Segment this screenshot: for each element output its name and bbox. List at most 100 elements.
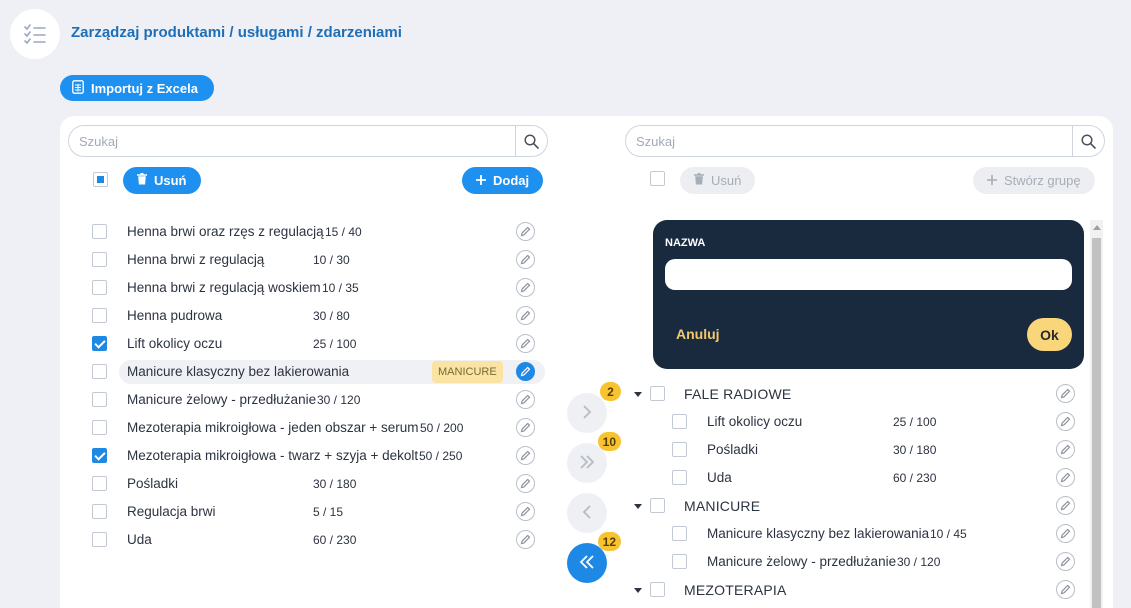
pencil-icon[interactable] xyxy=(1056,580,1075,599)
right-search xyxy=(625,125,1105,157)
item-checkbox[interactable] xyxy=(672,470,687,485)
pencil-icon[interactable] xyxy=(1056,440,1075,459)
pencil-icon[interactable] xyxy=(516,390,535,409)
group-item[interactable]: Manicure klasyczny bez lakierowania 10 / … xyxy=(672,522,1079,546)
caret-down-icon[interactable] xyxy=(634,588,642,593)
list-item[interactable]: Lift okolicy oczu 25 / 100 xyxy=(90,332,545,356)
caret-down-icon[interactable] xyxy=(634,392,642,397)
left-add-button[interactable]: Dodaj xyxy=(462,167,544,194)
ok-button[interactable]: Ok xyxy=(1027,318,1072,351)
list-item[interactable]: Mezoterapia mikroigłowa - twarz + szyja … xyxy=(90,444,545,468)
item-checkbox[interactable] xyxy=(92,532,107,547)
pencil-icon[interactable] xyxy=(516,306,535,325)
item-checkbox[interactable] xyxy=(672,554,687,569)
item-name: Manicure żelowy - przedłużanie xyxy=(127,392,317,407)
item-checkbox[interactable] xyxy=(92,364,107,379)
item-checkbox[interactable] xyxy=(92,448,107,463)
item-name: Mezoterapia mikroigłowa - jeden obszar +… xyxy=(127,420,419,435)
pencil-icon[interactable] xyxy=(516,446,535,465)
scroll-up-arrow[interactable] xyxy=(1093,225,1101,230)
item-checkbox[interactable] xyxy=(92,336,107,351)
pencil-icon[interactable] xyxy=(1056,412,1075,431)
group-row[interactable]: MEZOTERAPIA xyxy=(632,578,1079,602)
left-select-all-checkbox[interactable] xyxy=(93,172,108,187)
pencil-icon[interactable] xyxy=(516,502,535,521)
left-delete-button[interactable]: Usuń xyxy=(123,167,201,194)
scrollbar-thumb[interactable] xyxy=(1092,238,1101,608)
trash-icon xyxy=(694,173,704,188)
item-checkbox[interactable] xyxy=(92,504,107,519)
pencil-icon[interactable] xyxy=(516,418,535,437)
list-item[interactable]: Henna pudrowa 30 / 80 xyxy=(90,304,545,328)
item-checkbox[interactable] xyxy=(672,442,687,457)
list-item[interactable]: Uda 60 / 230 xyxy=(90,528,545,552)
pencil-icon[interactable] xyxy=(516,250,535,269)
list-item[interactable]: Regulacja brwi 5 / 15 xyxy=(90,500,545,524)
excel-icon xyxy=(72,79,84,97)
create-group-button[interactable]: Stwórz grupę xyxy=(973,167,1095,194)
pencil-icon[interactable] xyxy=(1056,496,1075,515)
move-all-left-button[interactable]: 12 xyxy=(567,532,621,583)
list-item[interactable]: Manicure klasyczny bez lakierowania MANIC… xyxy=(92,360,545,384)
group-row[interactable]: FALE RADIOWE xyxy=(632,382,1079,406)
group-item[interactable]: Manicure żelowy - przedłużanie 30 / 120 xyxy=(672,550,1079,574)
create-group-popover: NAZWA Anuluj Ok xyxy=(653,220,1084,369)
right-search-input[interactable] xyxy=(636,126,1066,156)
right-select-all-checkbox[interactable] xyxy=(650,171,665,186)
group-name: MANICURE xyxy=(684,498,761,514)
pencil-icon[interactable] xyxy=(1056,552,1075,571)
item-name: Pośladki xyxy=(707,442,759,457)
item-checkbox[interactable] xyxy=(92,420,107,435)
import-excel-button[interactable]: Importuj z Excela xyxy=(60,75,214,101)
item-count: 10 / 35 xyxy=(322,281,359,295)
item-checkbox[interactable] xyxy=(672,526,687,541)
search-icon[interactable] xyxy=(515,126,547,156)
pencil-icon[interactable] xyxy=(1056,384,1075,403)
group-checkbox[interactable] xyxy=(650,386,665,401)
move-left-button[interactable] xyxy=(567,493,607,533)
group-item[interactable]: Lift okolicy oczu 25 / 100 xyxy=(672,410,1079,434)
pencil-icon[interactable] xyxy=(516,278,535,297)
right-delete-button[interactable]: Usuń xyxy=(680,167,756,194)
cancel-button[interactable]: Anuluj xyxy=(676,326,720,342)
caret-down-icon[interactable] xyxy=(634,504,642,509)
item-name: Henna brwi oraz rzęs z regulacją xyxy=(127,224,324,239)
group-name-input[interactable] xyxy=(665,259,1072,290)
category-badge: MANICURE xyxy=(432,361,503,383)
item-count: 30 / 120 xyxy=(897,555,941,569)
double-chevron-right-icon xyxy=(579,454,595,472)
group-item[interactable]: Pośladki 30 / 180 xyxy=(672,438,1079,462)
item-checkbox[interactable] xyxy=(672,414,687,429)
group-row[interactable]: MANICURE xyxy=(632,494,1079,518)
pencil-icon[interactable] xyxy=(1056,524,1075,543)
list-item[interactable]: Henna brwi z regulacją woskiem 10 / 35 xyxy=(90,276,545,300)
group-checkbox[interactable] xyxy=(650,582,665,597)
right-scrollbar[interactable] xyxy=(1090,220,1103,608)
pencil-icon[interactable] xyxy=(1056,468,1075,487)
item-checkbox[interactable] xyxy=(92,392,107,407)
left-search-input[interactable] xyxy=(79,126,509,156)
list-item[interactable]: Henna brwi z regulacją 10 / 30 xyxy=(90,248,545,272)
group-item[interactable]: Uda 60 / 230 xyxy=(672,466,1079,490)
pencil-icon[interactable] xyxy=(516,362,535,381)
item-checkbox[interactable] xyxy=(92,252,107,267)
pencil-icon[interactable] xyxy=(516,474,535,493)
item-checkbox[interactable] xyxy=(92,476,107,491)
move-right-badge: 2 xyxy=(600,382,621,401)
item-checkbox[interactable] xyxy=(92,224,107,239)
pencil-icon[interactable] xyxy=(516,334,535,353)
item-checkbox[interactable] xyxy=(92,308,107,323)
item-name: Uda xyxy=(127,532,152,547)
list-item[interactable]: Henna brwi oraz rzęs z regulacją 15 / 40 xyxy=(90,220,545,244)
item-count: 50 / 250 xyxy=(419,449,463,463)
move-all-right-button[interactable]: 10 xyxy=(567,432,621,483)
pencil-icon[interactable] xyxy=(516,530,535,549)
move-right-button[interactable]: 2 xyxy=(567,382,621,433)
list-item[interactable]: Manicure żelowy - przedłużanie 30 / 120 xyxy=(90,388,545,412)
item-checkbox[interactable] xyxy=(92,280,107,295)
group-checkbox[interactable] xyxy=(650,498,665,513)
list-item[interactable]: Mezoterapia mikroigłowa - jeden obszar +… xyxy=(90,416,545,440)
search-icon[interactable] xyxy=(1072,126,1104,156)
pencil-icon[interactable] xyxy=(516,222,535,241)
list-item[interactable]: Pośladki 30 / 180 xyxy=(90,472,545,496)
